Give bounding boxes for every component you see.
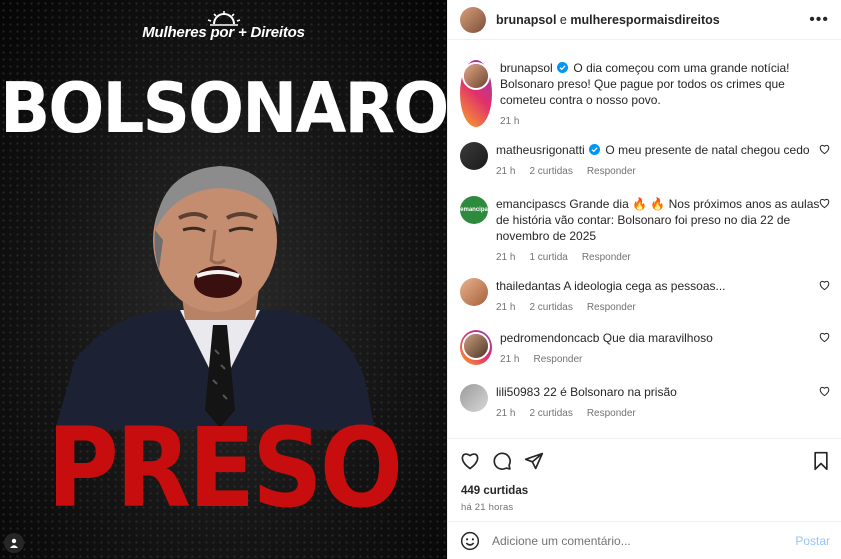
comment-input[interactable] xyxy=(492,533,796,548)
post-time[interactable]: há 21 horas xyxy=(448,502,841,513)
comment-text: A ideologia cega as pessoas... xyxy=(563,279,726,293)
account-link-b[interactable]: mulherespormaisdireitos xyxy=(570,13,719,27)
comment-avatar[interactable] xyxy=(460,142,488,170)
brand-name: Mulheres por + Direitos xyxy=(142,24,305,41)
comment-user[interactable]: thailedantas xyxy=(496,279,561,293)
post-image[interactable]: Mulheres por + Direitos BOLSONARO PRESO xyxy=(0,0,447,559)
comment-likes[interactable]: 2 curtidas xyxy=(529,166,572,177)
post-button[interactable]: Postar xyxy=(795,534,830,548)
headline-red-text: PRESO xyxy=(46,405,403,533)
comment-icon[interactable] xyxy=(492,451,512,471)
caption-avatar[interactable] xyxy=(460,60,492,127)
headline-text: BOLSONARO xyxy=(0,68,447,149)
caption-user[interactable]: brunapsol xyxy=(500,61,553,75)
comment-item: lili50983 22 é Bolsonaro na prisão 21 h … xyxy=(460,384,830,419)
comment-user[interactable]: emancipascs xyxy=(496,197,566,211)
comment-text: 22 é Bolsonaro na prisão xyxy=(543,385,677,399)
heart-icon[interactable] xyxy=(819,144,830,155)
likes-count[interactable]: 449 curtidas xyxy=(448,485,841,497)
comment-user[interactable]: lili50983 xyxy=(496,385,540,399)
comment-time[interactable]: 21 h xyxy=(496,252,515,263)
post-header: brunapsol e mulherespormaisdireitos ••• xyxy=(448,0,841,40)
comment-time[interactable]: 21 h xyxy=(496,302,515,313)
comment-item: emancipa emancipascs Grande dia 🔥 🔥 Nos … xyxy=(460,196,830,263)
comment-likes[interactable]: 2 curtidas xyxy=(529,302,572,313)
comment-user[interactable]: pedromendoncacb xyxy=(500,331,599,345)
header-accounts: brunapsol e mulherespormaisdireitos xyxy=(496,13,720,27)
heart-icon[interactable] xyxy=(819,280,830,291)
reply-button[interactable]: Responder xyxy=(533,354,582,365)
verified-icon xyxy=(589,144,601,155)
account-link-a[interactable]: brunapsol xyxy=(496,13,556,27)
comment-item: thailedantas A ideologia cega as pessoas… xyxy=(460,278,830,313)
reply-button[interactable]: Responder xyxy=(587,408,636,419)
add-comment-bar: Postar xyxy=(448,521,841,559)
heart-icon[interactable] xyxy=(819,386,830,397)
comments-list: brunapsol O dia começou com uma grande n… xyxy=(448,40,841,437)
heart-icon[interactable] xyxy=(819,332,830,343)
caption: brunapsol O dia começou com uma grande n… xyxy=(460,60,830,127)
comment-item: matheusrigonatti O meu presente de natal… xyxy=(460,142,830,177)
comment-time[interactable]: 21 h xyxy=(500,354,519,365)
header-avatar[interactable] xyxy=(460,6,486,33)
person-icon xyxy=(10,538,18,548)
reply-button[interactable]: Responder xyxy=(582,252,631,263)
comment-text: O meu presente de natal chegou cedo xyxy=(605,143,810,157)
comment-avatar[interactable] xyxy=(460,384,488,412)
post-panel: brunapsol e mulherespormaisdireitos ••• … xyxy=(447,0,841,559)
reply-button[interactable]: Responder xyxy=(587,166,636,177)
share-icon[interactable] xyxy=(524,451,544,471)
comment-avatar[interactable] xyxy=(460,330,492,365)
comment-item: pedromendoncacb Que dia maravilhoso 21 h… xyxy=(460,330,830,365)
portrait-illustration xyxy=(55,166,375,430)
comment-time[interactable]: 21 h xyxy=(496,408,515,419)
comment-text: Que dia maravilhoso xyxy=(602,331,713,345)
comment-likes[interactable]: 2 curtidas xyxy=(529,408,572,419)
comment-likes[interactable]: 1 curtida xyxy=(529,252,567,263)
heart-icon[interactable] xyxy=(460,451,480,471)
verified-icon xyxy=(557,62,569,73)
account-connector: e xyxy=(559,12,567,27)
user-tag-icon[interactable] xyxy=(4,533,24,553)
emoji-icon[interactable] xyxy=(460,531,480,551)
comment-user[interactable]: matheusrigonatti xyxy=(496,143,585,157)
heart-icon[interactable] xyxy=(819,198,830,209)
reply-button[interactable]: Responder xyxy=(587,302,636,313)
brand-block: Mulheres por + Direitos xyxy=(0,10,447,41)
comment-avatar[interactable] xyxy=(460,278,488,306)
more-icon[interactable]: ••• xyxy=(809,11,829,29)
comment-avatar[interactable]: emancipa xyxy=(460,196,488,224)
bookmark-icon[interactable] xyxy=(812,451,830,471)
action-bar: 449 curtidas há 21 horas xyxy=(448,438,841,513)
comment-time[interactable]: 21 h xyxy=(496,166,515,177)
caption-time[interactable]: 21 h xyxy=(500,116,519,127)
